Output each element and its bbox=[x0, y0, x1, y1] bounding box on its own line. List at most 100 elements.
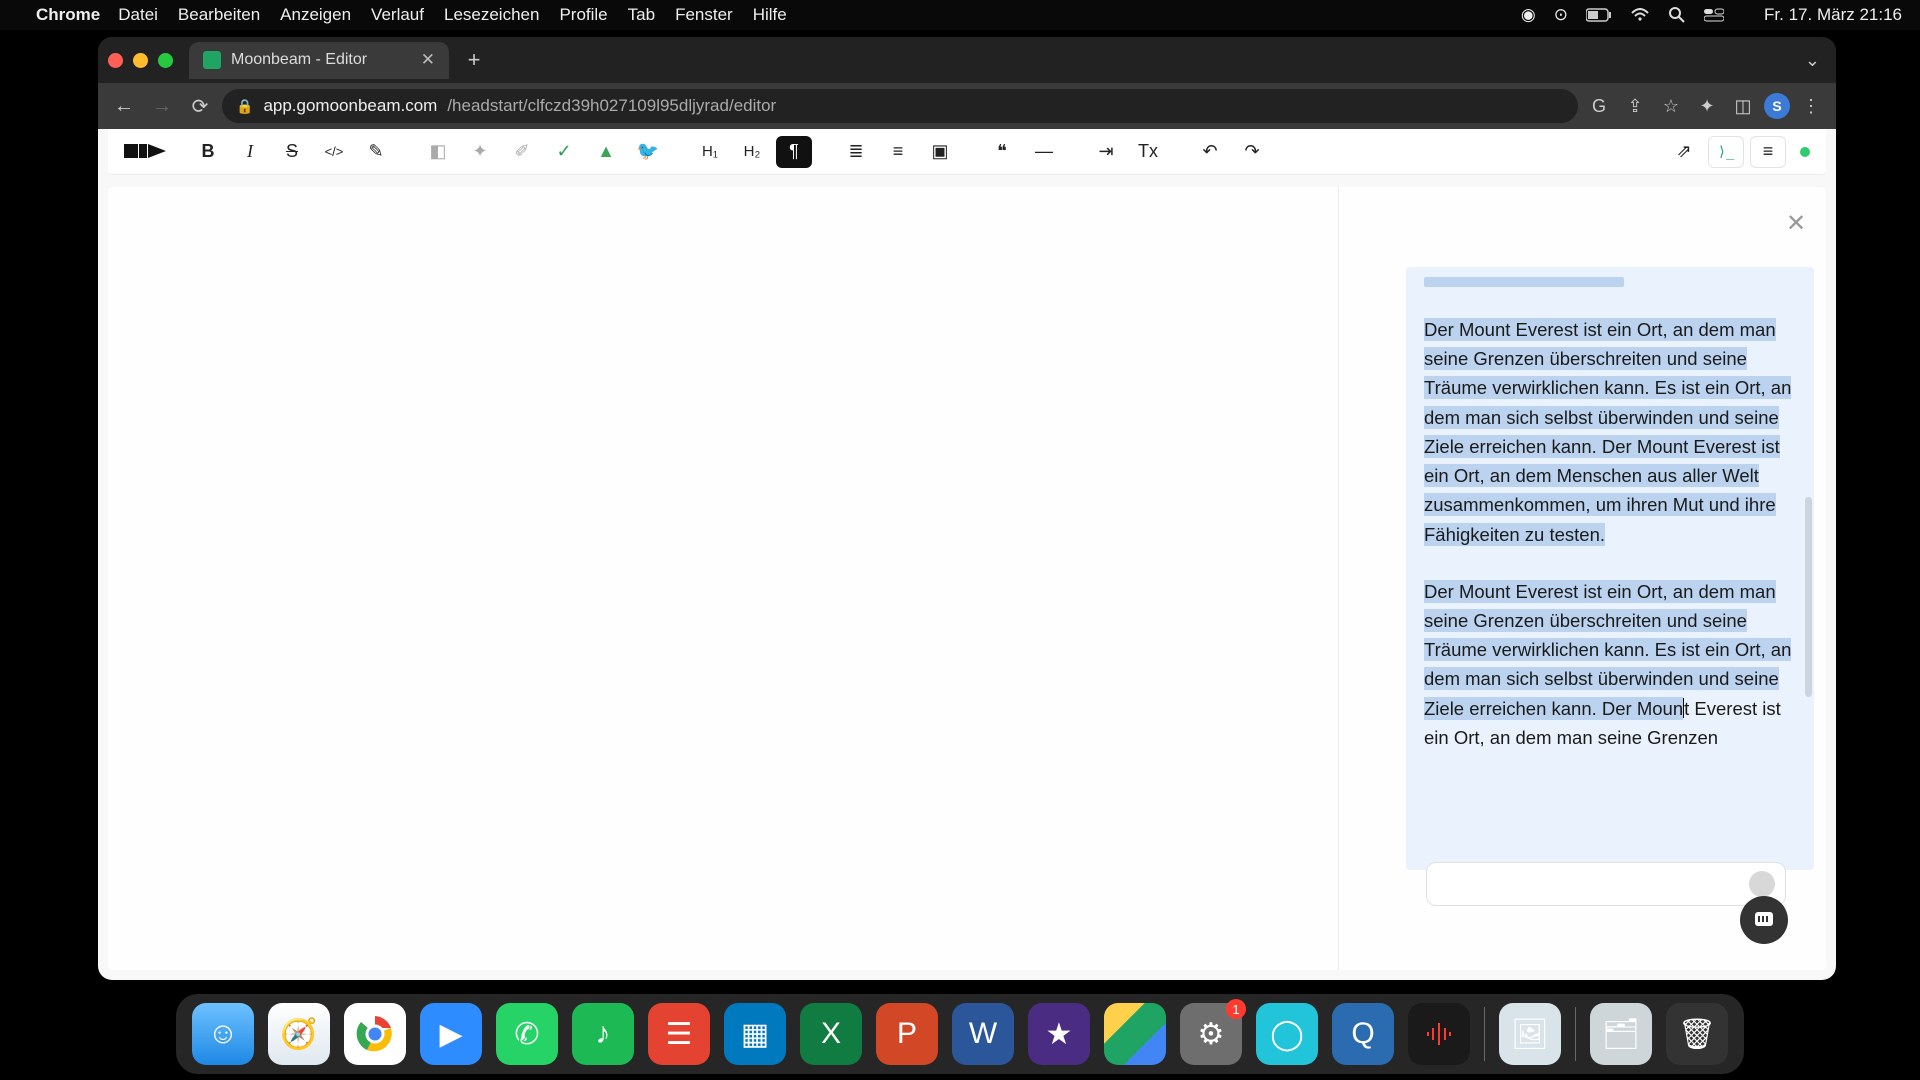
dock-todoist[interactable]: ☰ bbox=[648, 1003, 710, 1065]
url-host: app.gomoonbeam.com bbox=[263, 96, 437, 116]
dock-excel[interactable]: X bbox=[800, 1003, 862, 1065]
dock-imovie[interactable]: ★ bbox=[1028, 1003, 1090, 1065]
status-play-icon[interactable]: ⊙ bbox=[1554, 5, 1568, 25]
indent-button[interactable]: ⇥ bbox=[1088, 136, 1124, 168]
editor-page[interactable]: ✕ Der Mount Everest ist ein Ort, an dem … bbox=[108, 187, 1826, 970]
dock-powerpoint[interactable]: P bbox=[876, 1003, 938, 1065]
dock-quicktime[interactable]: Q bbox=[1332, 1003, 1394, 1065]
nav-back-button[interactable]: ← bbox=[108, 90, 140, 122]
chrome-menu-icon[interactable]: ⋮ bbox=[1796, 91, 1826, 121]
menu-hilfe[interactable]: Hilfe bbox=[753, 5, 787, 25]
url-bar[interactable]: 🔒 app.gomoonbeam.com/headstart/clfczd39h… bbox=[222, 89, 1578, 123]
generated-paragraph-1[interactable]: Der Mount Everest ist ein Ort, an dem ma… bbox=[1424, 315, 1808, 549]
menu-anzeigen[interactable]: Anzeigen bbox=[280, 5, 351, 25]
panel-close-icon[interactable]: ✕ bbox=[1782, 209, 1810, 237]
twitter-button[interactable]: 🐦 bbox=[630, 136, 666, 168]
dock-spotify[interactable]: ♪ bbox=[572, 1003, 634, 1065]
battery-icon[interactable] bbox=[1586, 8, 1612, 22]
generated-paragraph-2[interactable]: Der Mount Everest ist ein Ort, an dem ma… bbox=[1424, 577, 1808, 752]
dock-trash[interactable]: 🗑 bbox=[1666, 1003, 1728, 1065]
traffic-lights bbox=[108, 53, 173, 68]
selected-text: Der Mount Everest ist ein Ort, an dem ma… bbox=[1424, 318, 1791, 546]
app-name[interactable]: Chrome bbox=[36, 5, 100, 25]
macos-menubar: Chrome Datei Bearbeiten Anzeigen Verlauf… bbox=[0, 0, 1920, 30]
window-minimize-button[interactable] bbox=[133, 53, 148, 68]
menu-lesezeichen[interactable]: Lesezeichen bbox=[444, 5, 539, 25]
dock-voice-memos[interactable] bbox=[1408, 1003, 1470, 1065]
share-icon[interactable]: ⇪ bbox=[1620, 91, 1650, 121]
window-zoom-button[interactable] bbox=[158, 53, 173, 68]
dock-preview[interactable]: 🖼 bbox=[1499, 1003, 1561, 1065]
moonbeam-logo[interactable] bbox=[124, 139, 166, 165]
google-account-icon[interactable]: G bbox=[1584, 91, 1614, 121]
chat-input[interactable] bbox=[1426, 862, 1786, 906]
dock-downloads-folder[interactable]: 🗂 bbox=[1590, 1003, 1652, 1065]
intercom-chat-button[interactable] bbox=[1740, 896, 1788, 944]
browser-tab[interactable]: Moonbeam - Editor ✕ bbox=[189, 42, 449, 79]
dock-separator bbox=[1484, 1007, 1485, 1061]
bold-button[interactable]: B bbox=[190, 136, 226, 168]
menu-verlauf[interactable]: Verlauf bbox=[371, 5, 424, 25]
code-button[interactable]: </> bbox=[316, 136, 352, 168]
flame-button[interactable]: ▲ bbox=[588, 136, 624, 168]
blockquote-button[interactable]: ❝ bbox=[984, 136, 1020, 168]
new-tab-button[interactable]: + bbox=[459, 45, 489, 75]
side-panel-icon[interactable]: ◫ bbox=[1728, 91, 1758, 121]
dock-finder[interactable]: ☺ bbox=[192, 1003, 254, 1065]
wifi-icon[interactable] bbox=[1630, 7, 1650, 23]
menu-bearbeiten[interactable]: Bearbeiten bbox=[178, 5, 260, 25]
dock-chrome[interactable] bbox=[344, 1003, 406, 1065]
dock-whatsapp[interactable]: ✆ bbox=[496, 1003, 558, 1065]
dock-app-teal[interactable]: ◯ bbox=[1256, 1003, 1318, 1065]
strikethrough-button[interactable]: S bbox=[274, 136, 310, 168]
ai-button-a[interactable]: ◧ bbox=[420, 136, 456, 168]
dock-word[interactable]: W bbox=[952, 1003, 1014, 1065]
menu-datei[interactable]: Datei bbox=[118, 5, 158, 25]
spotlight-icon[interactable] bbox=[1668, 6, 1686, 24]
nav-reload-button[interactable]: ⟳ bbox=[184, 90, 216, 122]
horizontal-rule-button[interactable]: — bbox=[1026, 136, 1062, 168]
heading1-button[interactable]: H₁ bbox=[692, 136, 728, 168]
status-record-icon[interactable]: ◉ bbox=[1521, 5, 1536, 25]
ai-button-b[interactable]: ✦ bbox=[462, 136, 498, 168]
highlight-button[interactable]: ✎ bbox=[358, 136, 394, 168]
control-center-icon[interactable] bbox=[1704, 8, 1724, 22]
undo-button[interactable]: ↶ bbox=[1192, 136, 1228, 168]
clear-format-button[interactable]: Tx bbox=[1130, 136, 1166, 168]
ai-button-c[interactable]: ✐ bbox=[504, 136, 540, 168]
dock-zoom[interactable]: ▶ bbox=[420, 1003, 482, 1065]
menu-profile[interactable]: Profile bbox=[559, 5, 607, 25]
tab-close-icon[interactable]: ✕ bbox=[421, 50, 435, 70]
bookmark-star-icon[interactable]: ☆ bbox=[1656, 91, 1686, 121]
ai-output-panel: Der Mount Everest ist ein Ort, an dem ma… bbox=[1406, 267, 1814, 870]
nav-forward-button[interactable]: → bbox=[146, 90, 178, 122]
heading2-button[interactable]: H₂ bbox=[734, 136, 770, 168]
paragraph-button[interactable]: ¶ bbox=[776, 136, 812, 168]
tab-favicon bbox=[203, 51, 221, 69]
panel-scrollbar[interactable] bbox=[1805, 497, 1812, 697]
dock-safari[interactable]: 🧭 bbox=[268, 1003, 330, 1065]
italic-button[interactable]: I bbox=[232, 136, 268, 168]
dock-trello[interactable]: ▦ bbox=[724, 1003, 786, 1065]
image-button[interactable]: ▣ bbox=[922, 136, 958, 168]
open-external-button[interactable]: ⇗ bbox=[1666, 136, 1702, 168]
send-button[interactable] bbox=[1749, 871, 1775, 897]
tab-list-chevron-icon[interactable]: ⌄ bbox=[1805, 50, 1820, 71]
grammar-check-button[interactable]: ✓ bbox=[546, 136, 582, 168]
profile-avatar[interactable]: S bbox=[1764, 93, 1790, 119]
panel-divider[interactable] bbox=[1338, 187, 1339, 970]
redo-button[interactable]: ↷ bbox=[1234, 136, 1270, 168]
terminal-button[interactable]: ⟩_ bbox=[1708, 136, 1744, 168]
extensions-puzzle-icon[interactable]: ✦ bbox=[1692, 91, 1722, 121]
dock-google-drive[interactable] bbox=[1104, 1003, 1166, 1065]
bullet-list-button[interactable]: ≣ bbox=[838, 136, 874, 168]
dock-separator bbox=[1575, 1007, 1576, 1061]
window-close-button[interactable] bbox=[108, 53, 123, 68]
toolbar-menu-button[interactable]: ≡ bbox=[1750, 136, 1786, 168]
menu-fenster[interactable]: Fenster bbox=[675, 5, 733, 25]
clock[interactable]: Fr. 17. März 21:16 bbox=[1742, 5, 1902, 25]
macos-dock: ☺ 🧭 ▶ ✆ ♪ ☰ ▦ X P W ★ ⚙1 ◯ Q 🖼 🗂 🗑 bbox=[176, 994, 1744, 1074]
ordered-list-button[interactable]: ≡ bbox=[880, 136, 916, 168]
dock-system-settings[interactable]: ⚙1 bbox=[1180, 1003, 1242, 1065]
menu-tab[interactable]: Tab bbox=[628, 5, 655, 25]
